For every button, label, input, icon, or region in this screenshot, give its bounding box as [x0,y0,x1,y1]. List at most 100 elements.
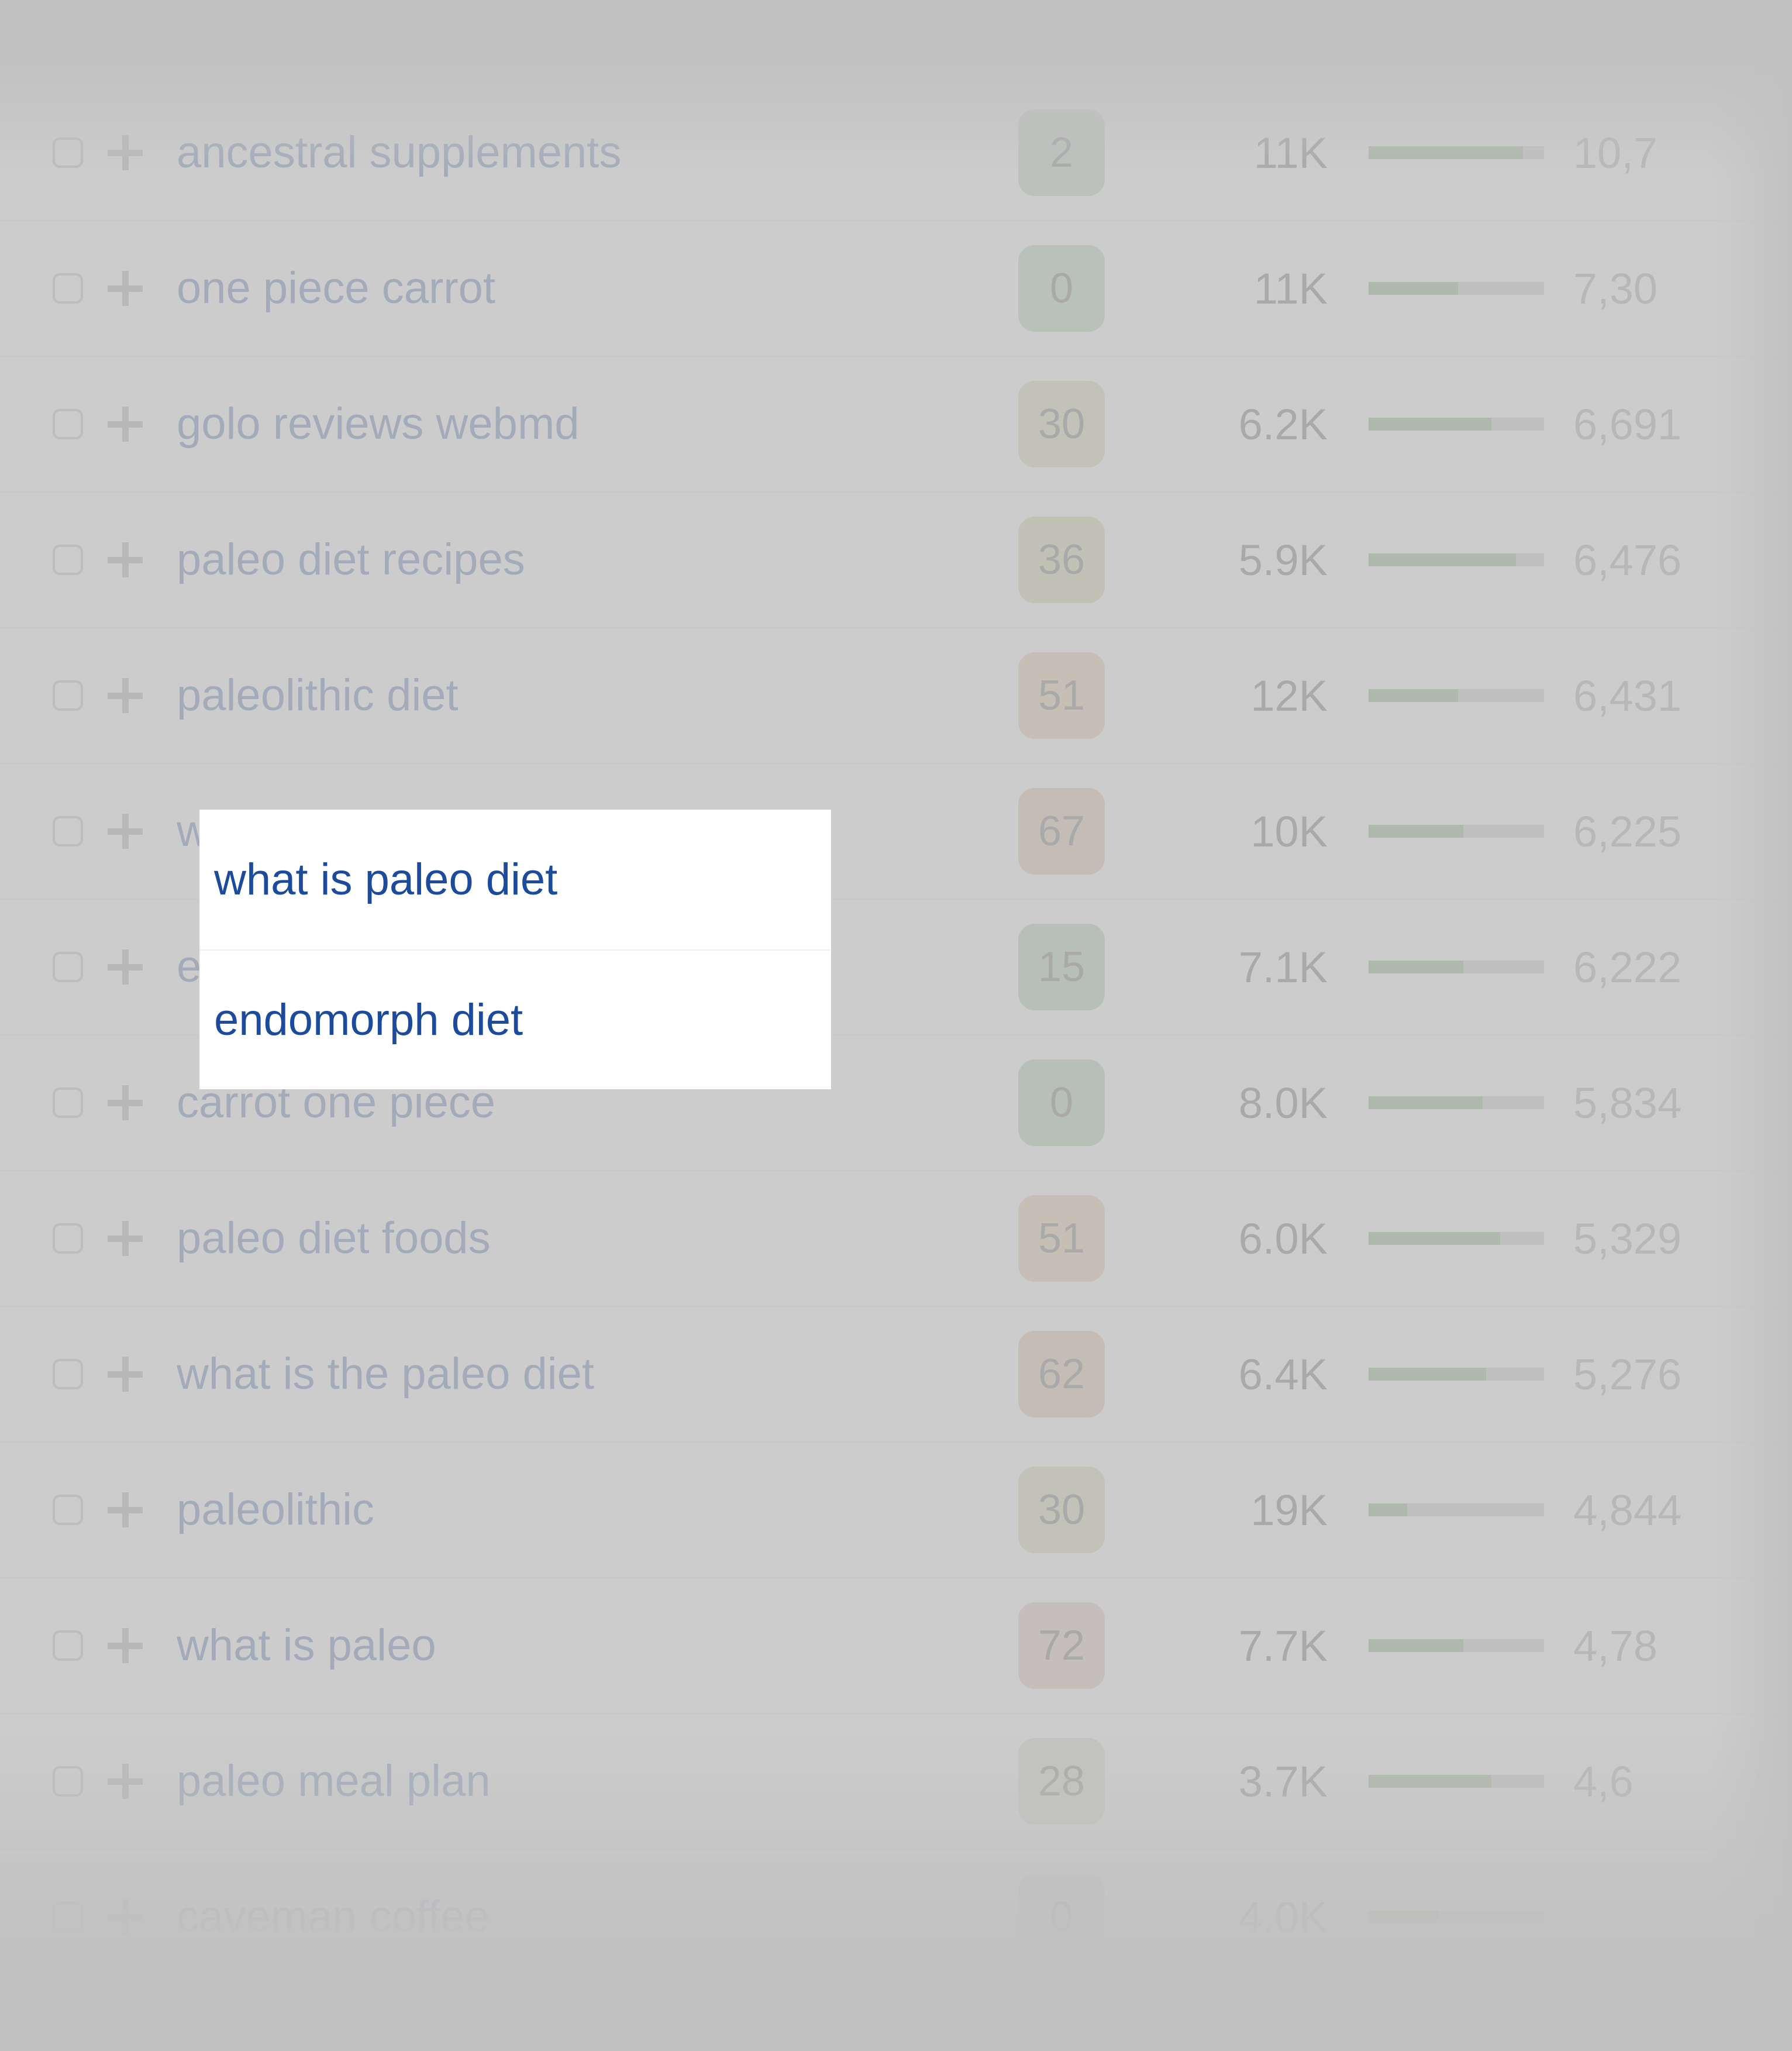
traffic-potential-value: 6,691 [1573,400,1682,449]
volume-bar [1369,1443,1544,1577]
table-row[interactable]: diet 10 [0,0,1792,84]
keyword-link[interactable]: paleolithic [177,1488,374,1532]
bar-track [1369,553,1544,566]
traffic-potential-value [1573,1850,1766,1984]
volume-value: 12K [1250,671,1328,720]
plus-icon[interactable] [108,542,143,577]
status-badge: 30 [1018,381,1105,467]
row-checkbox[interactable] [53,409,83,439]
plus-icon[interactable] [108,407,143,442]
keyword-link[interactable]: what is the paleo diet [177,1352,594,1396]
table-row[interactable]: paleo meal plan 28 3.7K 4,6 [0,1713,1792,1849]
bar-track [1369,10,1544,23]
keyword-link[interactable]: diet [177,0,249,39]
row-checkbox[interactable] [53,137,83,168]
volume-value: 11K [1253,264,1328,313]
volume-value: 8.0K [1238,1078,1328,1127]
plus-icon[interactable] [108,1357,143,1392]
row-checkbox[interactable] [53,1630,83,1661]
bar-fill [1369,418,1491,431]
volume-value: 6.2K [1238,400,1328,449]
row-checkbox[interactable] [53,952,83,982]
traffic-potential-value: 4,6 [1573,1757,1634,1806]
plus-icon[interactable] [108,814,143,849]
row-checkbox[interactable] [53,273,83,304]
bar-fill [1369,825,1463,838]
traffic-potential-value: 10,7 [1573,128,1658,177]
keyword-link[interactable]: paleo meal plan [177,1759,491,1804]
bar-track [1369,146,1544,159]
kd-cell: 0 [1018,221,1105,356]
kd-cell: 0 [1018,1850,1105,1984]
row-checkbox[interactable] [53,816,83,846]
table-row[interactable]: golo reviews webmd 30 6.2K 6,691 [0,356,1792,491]
bar-track [1369,1096,1544,1109]
table-row[interactable]: ancestral supplements 2 11K 10,7 [0,84,1792,220]
plus-icon[interactable] [108,135,143,170]
spotlight-row[interactable]: what is paleo diet [199,810,831,949]
keyword-link[interactable]: what is paleo [177,1623,436,1668]
plus-icon[interactable] [108,1764,143,1799]
volume-value: 4.0K [1238,1892,1328,1942]
status-badge: 36 [1018,517,1105,603]
keyword-link[interactable]: ancestral supplements [177,130,621,175]
status-badge: 0 [1018,245,1105,332]
status-badge: 0 [1018,1874,1105,1960]
status-badge: 67 [1018,788,1105,875]
volume-value: 5.9K [1238,535,1328,584]
kd-cell: 28 [1018,1714,1105,1849]
kd-cell: 67 [1018,764,1105,899]
keyword-link[interactable]: one piece carrot [177,266,495,311]
table-row[interactable]: what is paleo 72 7.7K 4,78 [0,1577,1792,1713]
keyword-link[interactable]: caveman coffee [177,1895,490,1939]
keyword-link[interactable]: golo reviews webmd [177,402,580,446]
row-checkbox[interactable] [53,680,83,711]
bar-track [1369,282,1544,295]
table-row[interactable]: paleo diet foods 51 6.0K 5,329 [0,1170,1792,1306]
bar-fill [1369,961,1463,973]
row-checkbox[interactable] [53,545,83,575]
volume-bar [1369,357,1544,491]
traffic-potential-value: 6,431 [1573,671,1682,720]
table-row[interactable]: paleolithic 30 19K 4,844 [0,1441,1792,1577]
table-row[interactable]: what is the paleo diet 62 6.4K 5,276 [0,1306,1792,1441]
table-row[interactable]: paleo diet recipes 36 5.9K 6,476 [0,491,1792,627]
bar-fill [1369,1911,1439,1923]
traffic-potential-value: 7,30 [1573,264,1658,313]
volume-bar [1369,1171,1544,1306]
row-checkbox[interactable] [53,1088,83,1118]
plus-icon[interactable] [108,0,143,34]
plus-icon[interactable] [108,1628,143,1663]
plus-icon[interactable] [108,1492,143,1527]
row-checkbox[interactable] [53,1766,83,1797]
status-badge: 62 [1018,1331,1105,1417]
table-row[interactable]: caveman coffee 0 4.0K [0,1849,1792,1984]
bar-fill [1369,146,1523,159]
table-row[interactable]: one piece carrot 0 11K 7,30 [0,220,1792,356]
volume-value [1146,0,1328,84]
bar-fill [1369,1232,1500,1245]
kd-cell: 15 [1018,900,1105,1034]
plus-icon[interactable] [108,1085,143,1120]
row-checkbox[interactable] [53,1,83,32]
plus-icon[interactable] [108,678,143,713]
volume-value: 7.1K [1238,942,1328,992]
kd-cell: 30 [1018,1443,1105,1577]
row-checkbox[interactable] [53,1359,83,1389]
plus-icon[interactable] [108,271,143,306]
row-checkbox[interactable] [53,1902,83,1932]
row-checkbox[interactable] [53,1495,83,1525]
keyword-link[interactable]: paleo diet foods [177,1216,491,1261]
volume-bar [1369,628,1544,763]
volume-bar [1369,0,1544,84]
volume-bar [1369,493,1544,627]
bar-fill [1369,1368,1486,1381]
keyword-link[interactable]: paleolithic diet [177,673,459,718]
plus-icon[interactable] [108,1899,143,1935]
plus-icon[interactable] [108,1221,143,1256]
keyword-link[interactable]: paleo diet recipes [177,538,525,582]
spotlight-row[interactable]: endomorph diet [199,949,831,1089]
row-checkbox[interactable] [53,1223,83,1254]
plus-icon[interactable] [108,949,143,985]
table-row[interactable]: paleolithic diet 51 12K 6,431 [0,627,1792,763]
